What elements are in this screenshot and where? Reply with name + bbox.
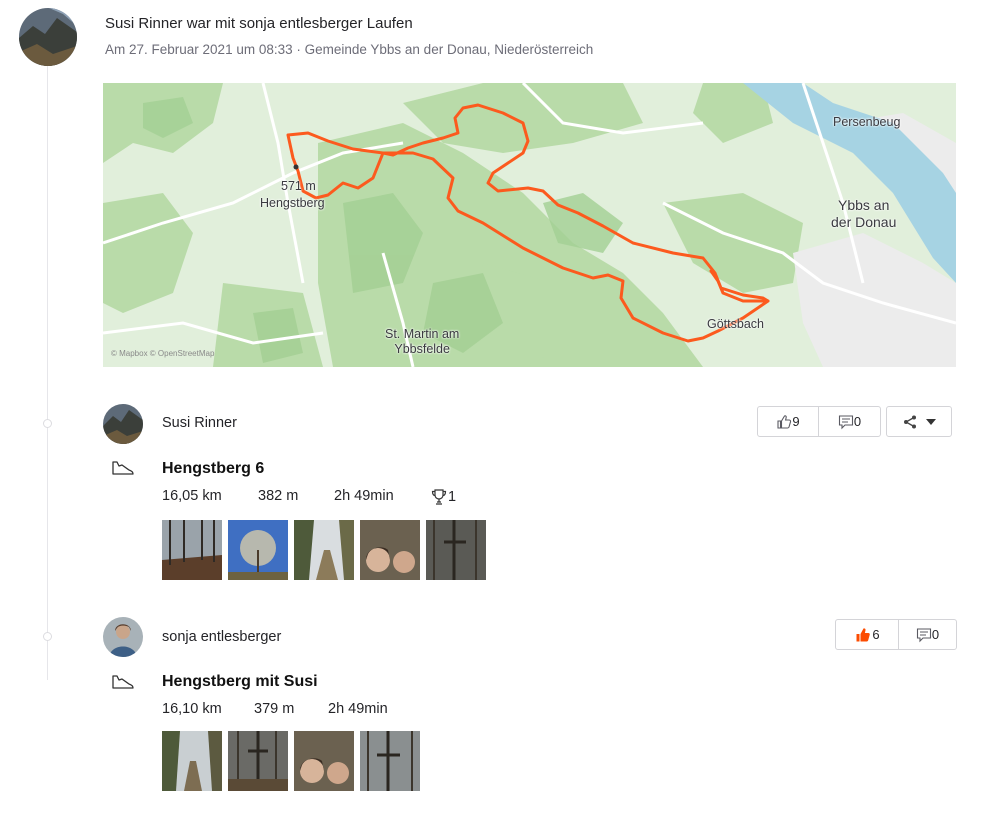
stat-elevation: 382 m [258,488,299,504]
kudos-count: 6 [872,627,880,642]
map-label-st-martin-line2: Ybbsfelde [394,342,450,356]
activity-photo[interactable] [360,731,420,791]
map-label-ybbs: Ybbs an der Donau [831,197,896,231]
thumbs-up-icon [777,414,792,429]
map-label-ybbs-line2: der Donau [831,214,897,230]
shoe-icon [112,675,134,689]
caret-down-icon [926,418,936,425]
comment-button[interactable]: 0 [898,620,956,649]
timeline-dot [43,632,52,641]
stat-distance: 16,05 km [162,488,222,504]
activity-photo[interactable] [162,731,222,791]
timeline-dot [43,419,52,428]
comment-count: 0 [853,414,862,429]
timeline-line [47,60,48,680]
athlete-avatar[interactable] [103,617,143,657]
kudos-count: 9 [792,414,800,429]
map-label-elevation: 571 m [281,179,316,193]
activity-photo[interactable] [228,731,288,791]
activity-photo[interactable] [294,520,354,580]
comment-icon [838,414,853,429]
thumbs-up-icon [856,627,871,641]
athlete-name[interactable]: Susi Rinner [162,415,237,431]
kudos-comment-group: 6 0 [835,619,957,650]
map-label-st-martin-line1: St. Martin am [385,327,460,341]
stat-time: 2h 49min [328,701,388,717]
kudos-button[interactable]: 6 [836,620,898,649]
route-map[interactable]: Persenbeug Ybbs an der Donau 571 m Hengs… [103,83,956,367]
activity-photo[interactable] [228,520,288,580]
activity-title[interactable]: Hengstberg mit Susi [162,673,318,691]
activity-photo[interactable] [360,520,420,580]
athlete-avatar[interactable] [103,404,143,444]
map-label-st-martin: St. Martin am Ybbsfelde [385,327,459,357]
map-label-goettsbach: Göttsbach [707,317,764,331]
activity-photo[interactable] [162,520,222,580]
map-label-ybbs-line1: Ybbs an [838,197,890,213]
activity-photo[interactable] [426,520,486,580]
kudos-button[interactable]: 9 [758,407,818,436]
shoe-icon [112,461,134,475]
activity-title[interactable]: Hengstberg 6 [162,460,264,478]
stat-achievements[interactable]: 1 [430,488,456,506]
comment-icon [916,627,931,642]
stat-time: 2h 49min [334,488,394,504]
kudos-comment-group: 9 0 [757,406,881,437]
stat-elevation: 379 m [254,701,295,717]
comment-button[interactable]: 0 [818,407,880,436]
comment-count: 0 [931,627,940,642]
map-label-persenbeug: Persenbeug [833,115,901,129]
map-attribution: © Mapbox © OpenStreetMap [111,349,215,358]
share-button[interactable] [886,406,952,437]
share-menu-toggle[interactable] [887,407,951,436]
activity-photo[interactable] [294,731,354,791]
group-subtitle: Am 27. Februar 2021 um 08:33 · Gemeinde … [105,42,594,57]
group-avatar[interactable] [19,8,77,66]
group-title[interactable]: Susi Rinner war mit sonja entlesberger L… [105,15,413,32]
map-label-hengstberg: Hengstberg [260,196,325,210]
share-icon [904,415,916,428]
achievement-count: 1 [448,489,457,505]
athlete-name[interactable]: sonja entlesberger [162,629,281,645]
trophy-icon [431,489,447,505]
stat-distance: 16,10 km [162,701,222,717]
